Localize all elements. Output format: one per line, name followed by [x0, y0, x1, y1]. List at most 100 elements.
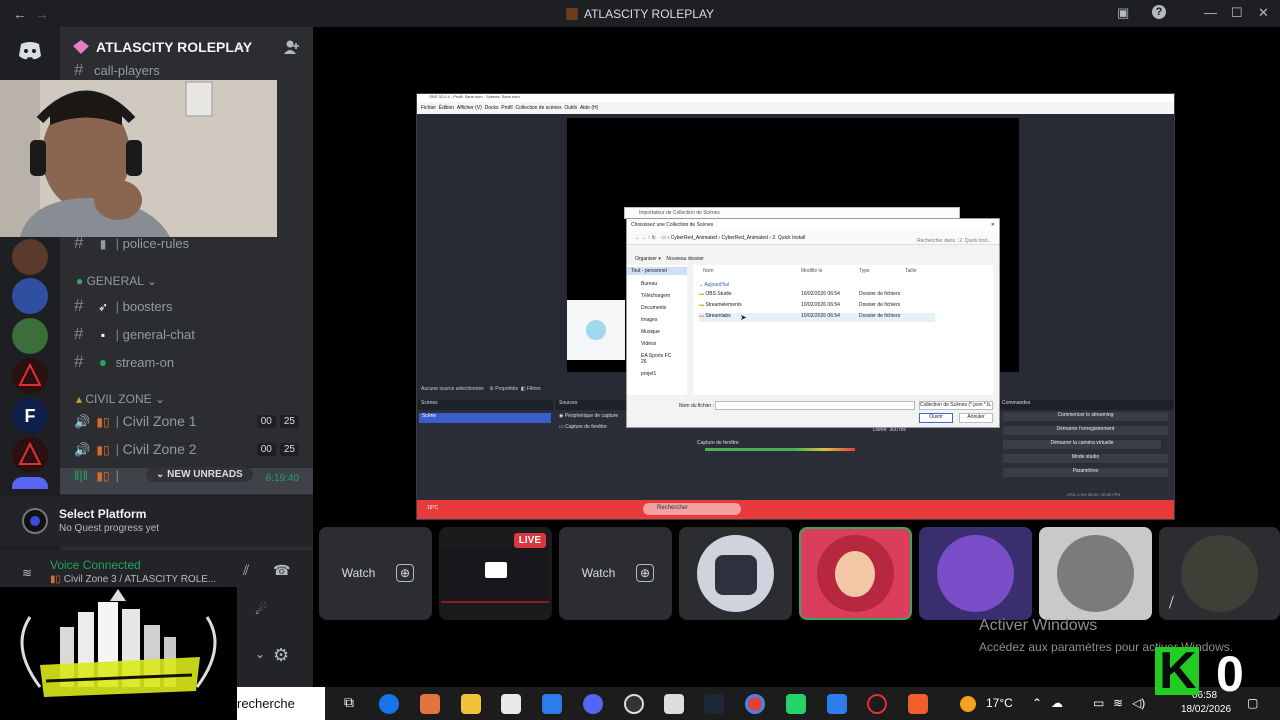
- stream-tile-2[interactable]: Watch ⊕: [559, 527, 672, 620]
- nav-arrows[interactable]: ← → ↑ ↻: [635, 235, 656, 241]
- category-general[interactable]: ● GENERAL ⌄: [76, 274, 157, 288]
- settings-button[interactable]: Paramètres: [1003, 468, 1168, 477]
- column-type[interactable]: Type: [859, 268, 870, 274]
- start-virtual-camera-button[interactable]: Démarrer la caméra virtuelle: [1003, 440, 1161, 449]
- server-icon-1[interactable]: [12, 239, 48, 275]
- path-segment[interactable]: CyberRed_Animated: [721, 235, 767, 241]
- obs-menu-scene-collection[interactable]: Collection de scènes: [515, 105, 561, 111]
- chrome-icon[interactable]: [745, 694, 765, 714]
- participant-tile-speaking[interactable]: [799, 527, 912, 620]
- task-view-icon[interactable]: ⧉: [339, 694, 359, 714]
- obs-menu-tools[interactable]: Outils: [564, 105, 577, 111]
- voice-channel-civil-3[interactable]: ‖|‖ ▮▯ | ⌄ NEW UNREADS 6:19:40: [60, 467, 313, 494]
- copilot-icon[interactable]: [420, 694, 440, 714]
- column-date[interactable]: Modifié le: [801, 268, 822, 274]
- column-size[interactable]: Taille: [905, 268, 916, 274]
- organize-button[interactable]: Organiser: [635, 256, 657, 262]
- voice-channel-civil-1[interactable]: 🔊 ▮▯ | Civil Zone 1 00 25: [74, 413, 309, 435]
- server-icon-f[interactable]: F: [12, 398, 48, 434]
- voice-location[interactable]: ▮▯ Civil Zone 3 / ATLASCITY ROLE...: [50, 574, 216, 585]
- chevron-down-icon[interactable]: ⌄: [255, 647, 265, 661]
- discord-taskbar-icon[interactable]: [583, 694, 603, 714]
- nav-item[interactable]: Vidéos: [627, 335, 687, 347]
- app-icon-1[interactable]: [542, 694, 562, 714]
- dialog-close-icon[interactable]: ✕: [991, 222, 995, 228]
- stream-tile-live[interactable]: LIVE: [439, 527, 552, 620]
- channel-boosters[interactable]: # ➶ | boosters: [74, 296, 172, 318]
- voice-channel-civil-2[interactable]: 🔊 ▮▯ | Civil Zone 2 00 25: [74, 441, 309, 463]
- nav-item[interactable]: Tout - personnel: [627, 267, 687, 275]
- nav-item[interactable]: Images: [627, 311, 687, 323]
- new-unreads-pill[interactable]: ⌄ NEW UNREADS: [146, 467, 253, 482]
- obs-taskbar-icon[interactable]: [624, 694, 644, 714]
- clock-date[interactable]: 18/02/2026: [1181, 704, 1231, 715]
- start-streaming-button[interactable]: Commencer le streaming: [1003, 412, 1168, 421]
- open-button[interactable]: Ouvrir: [919, 413, 953, 423]
- file-explorer-icon[interactable]: [461, 694, 481, 714]
- participant-tile-3[interactable]: [919, 527, 1032, 620]
- participant-tile-5[interactable]: ⧸: [1159, 527, 1280, 620]
- tray-battery-icon[interactable]: ▭: [1093, 696, 1104, 710]
- nav-item[interactable]: Musique: [627, 323, 687, 335]
- obs-menu-view[interactable]: Afficher (V): [457, 105, 482, 111]
- notifications-icon[interactable]: ▢: [1247, 696, 1258, 710]
- tray-wifi-icon[interactable]: ≋: [1113, 696, 1123, 710]
- obs-menu-edit[interactable]: Édition: [439, 105, 454, 111]
- server-icon-7[interactable]: [12, 477, 48, 489]
- column-name[interactable]: Nom: [703, 268, 714, 274]
- file-row[interactable]: ▬ OBS Studio 10/02/2026 06:54 Dossier de f…: [699, 291, 935, 300]
- quest-panel[interactable]: Select Platform No Quest progress yet: [0, 495, 313, 547]
- source-item-1[interactable]: ◉ Périphérique de capture: [559, 413, 618, 419]
- nav-item[interactable]: Bureau: [627, 275, 687, 287]
- source-item-2[interactable]: ▭ Capture de fenêtre: [559, 424, 607, 430]
- tray-volume-icon[interactable]: ◁): [1132, 696, 1145, 710]
- obs-menu-help[interactable]: Aide (H): [580, 105, 598, 111]
- nav-item[interactable]: Téléchargem: [627, 287, 687, 299]
- watch-button[interactable]: Watch: [573, 562, 624, 584]
- noise-suppression-icon[interactable]: ⫽: [243, 562, 249, 579]
- obs-menu-docks[interactable]: Docks: [485, 105, 499, 111]
- settings-gear-icon[interactable]: ⚙: [273, 645, 289, 666]
- obs-menu-profile[interactable]: Profil: [501, 105, 512, 111]
- obs-menu-file[interactable]: Fichier: [421, 105, 436, 111]
- dialog-search-input[interactable]: Rechercher dans : 2. Quick Inst...: [917, 238, 991, 244]
- inbox-icon[interactable]: ▣: [1117, 5, 1129, 21]
- properties-button[interactable]: Propriétés: [495, 386, 518, 392]
- app-icon-4[interactable]: [827, 694, 847, 714]
- filters-button[interactable]: Filtres: [527, 386, 541, 392]
- file-type-filter[interactable]: Collection de Scènes (*.json *.b...: [919, 401, 993, 410]
- scene-item[interactable]: Scène: [419, 413, 551, 423]
- path-segment[interactable]: 2. Quick Install: [772, 235, 805, 241]
- path-segment[interactable]: CyberRed_Animated: [671, 235, 717, 241]
- file-row[interactable]: ▬ Streamlabs 10/02/2026 06:54 Dossier de f…: [699, 313, 935, 322]
- cancel-button[interactable]: Annuler: [959, 413, 993, 423]
- add-stream-icon[interactable]: ⊕: [396, 564, 414, 582]
- tray-cloud-icon[interactable]: ☁: [1051, 696, 1063, 710]
- file-row[interactable]: ▬ Streamelements 10/02/2026 06:54 Dossier …: [699, 302, 935, 311]
- start-recording-button[interactable]: Démarrer l'enregistrement: [1003, 426, 1168, 435]
- filename-input[interactable]: [715, 401, 915, 410]
- opera-icon[interactable]: [867, 694, 887, 714]
- app-icon-3[interactable]: [786, 694, 806, 714]
- taskbar-search[interactable]: recherche: [237, 687, 325, 720]
- help-icon[interactable]: ?: [1152, 5, 1166, 19]
- channel-call-players[interactable]: # call-players: [74, 60, 160, 82]
- group-header[interactable]: ⌄ Aujourd'hui: [699, 282, 729, 288]
- maximize-button[interactable]: ☐: [1231, 5, 1243, 21]
- new-folder-button[interactable]: Nouveau dossier: [666, 256, 704, 262]
- edge-icon[interactable]: [379, 694, 399, 714]
- add-member-icon[interactable]: [284, 39, 300, 55]
- store-icon[interactable]: [501, 694, 521, 714]
- nav-item[interactable]: Documents: [627, 299, 687, 311]
- stream-tile-1[interactable]: Watch ⊕: [319, 527, 432, 620]
- tray-chevron-icon[interactable]: ⌃: [1032, 696, 1042, 710]
- steam-icon[interactable]: [704, 694, 724, 714]
- voice-status[interactable]: Voice Connected: [50, 558, 141, 572]
- watch-button[interactable]: Watch: [333, 562, 384, 584]
- participant-tile-4[interactable]: [1039, 527, 1152, 620]
- weather-temp[interactable]: 17°C: [986, 696, 1013, 710]
- category-civil-zone[interactable]: ▴ CIVIL ZONE ⌄: [76, 392, 165, 406]
- brave-icon[interactable]: [908, 694, 928, 714]
- add-stream-icon[interactable]: ⊕: [636, 564, 654, 582]
- studio-mode-button[interactable]: Mode studio: [1003, 454, 1168, 463]
